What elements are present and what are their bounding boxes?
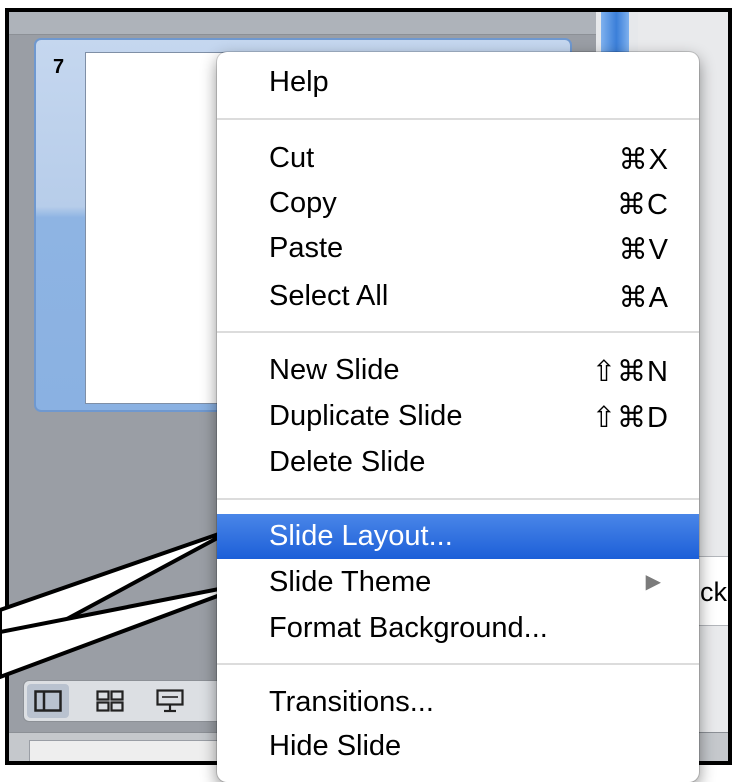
menu-item-label: Select All [269, 280, 389, 312]
menu-item-label: Duplicate Slide [269, 400, 463, 432]
menu-item-format-background[interactable]: Format Background... [217, 606, 699, 651]
slide-panel-top [9, 12, 621, 35]
menu-item-new-slide[interactable]: New Slide ⇧⌘N [217, 348, 699, 393]
normal-view-button[interactable] [27, 684, 69, 718]
slide-show-view-icon [156, 689, 184, 713]
menu-separator [217, 331, 699, 333]
menu-item-duplicate-slide[interactable]: Duplicate Slide ⇧⌘D [217, 394, 699, 439]
menu-item-delete-slide[interactable]: Delete Slide [217, 440, 699, 485]
menu-item-slide-theme[interactable]: Slide Theme ▶ [217, 560, 699, 605]
menu-separator [217, 498, 699, 500]
menu-item-label: Help [269, 66, 329, 98]
menu-item-shortcut: ⌘C [617, 189, 669, 221]
menu-item-select-all[interactable]: Select All ⌘A [217, 274, 699, 319]
context-menu: Help Cut ⌘X Copy ⌘C Paste ⌘V Select All … [217, 52, 699, 782]
menu-item-label: Copy [269, 187, 337, 219]
menu-item-help[interactable]: Help [217, 60, 699, 105]
menu-item-hide-slide[interactable]: Hide Slide [217, 724, 699, 769]
slide-sorter-view-button[interactable] [89, 684, 131, 718]
menu-item-shortcut: ⌘X [618, 144, 669, 176]
menu-item-transitions[interactable]: Transitions... [217, 680, 699, 725]
menu-item-paste[interactable]: Paste ⌘V [217, 226, 699, 271]
menu-item-label: Hide Slide [269, 730, 402, 762]
menu-item-label: Transitions... [269, 686, 434, 718]
slide-show-view-button[interactable] [149, 684, 191, 718]
slide-sorter-view-icon [96, 690, 124, 712]
menu-item-copy[interactable]: Copy ⌘C [217, 181, 699, 226]
menu-item-shortcut: ⌘A [618, 282, 669, 314]
normal-view-icon [34, 690, 62, 712]
menu-item-label: Cut [269, 142, 315, 174]
menu-item-label: Slide Theme [269, 566, 432, 598]
menu-item-shortcut: ⇧⌘D [591, 402, 669, 434]
menu-item-label: New Slide [269, 354, 400, 386]
triangle-right-icon: ▶ [645, 571, 661, 593]
menu-item-label: Format Background... [269, 612, 548, 644]
menu-item-shortcut: ⇧⌘N [591, 356, 669, 388]
menu-item-label: Paste [269, 232, 344, 264]
menu-separator [217, 118, 699, 120]
menu-item-slide-layout[interactable]: Slide Layout... [217, 514, 699, 559]
menu-item-label: Delete Slide [269, 446, 426, 478]
menu-item-cut[interactable]: Cut ⌘X [217, 136, 699, 181]
slide-number: 7 [53, 56, 65, 78]
menu-item-shortcut: ⌘V [618, 234, 669, 266]
menu-separator [217, 663, 699, 665]
menu-item-label: Slide Layout... [269, 520, 453, 552]
